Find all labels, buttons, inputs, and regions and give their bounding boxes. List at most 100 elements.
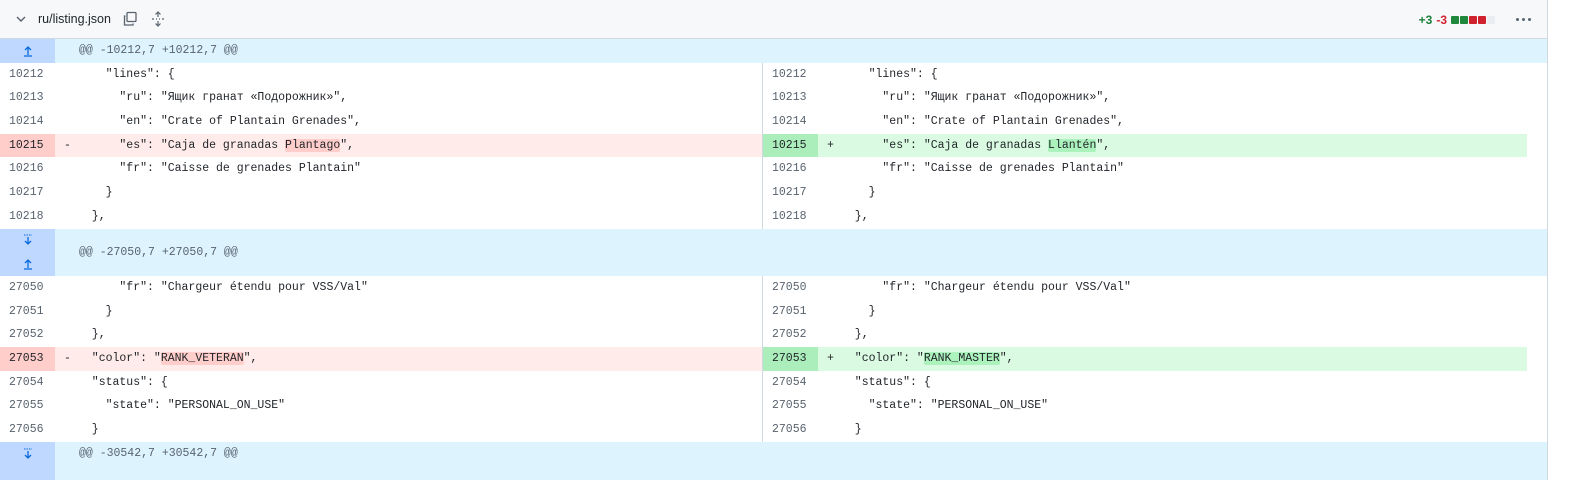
code-line: "ru": "Ящик гранат «Подорожник»", (818, 86, 1527, 110)
expand-all-icon[interactable] (149, 10, 167, 28)
code-text: } (841, 423, 862, 437)
left-side-line: 27055 "state": "PERSONAL_ON_USE" (0, 394, 762, 418)
hunk-header: @@ -10212,7 +10212,7 @@ (0, 39, 1547, 63)
left-side-line: 10212 "lines": { (0, 63, 762, 87)
code-text: "fr": "Chargeur étendu pour VSS/Val" (841, 280, 1131, 294)
code-text: "fr": "Caisse de grenades Plantain" (841, 162, 1124, 176)
line-number[interactable]: 10212 (0, 63, 55, 87)
code-line: } (55, 181, 762, 205)
right-side-line: 27053 + "color": "RANK_MASTER", (762, 346, 1527, 371)
code-line: "en": "Crate of Plantain Grenades", (818, 110, 1527, 134)
line-number[interactable]: 27052 (763, 323, 818, 347)
code-line: } (55, 300, 762, 324)
added-word: RANK_MASTER (923, 351, 1000, 365)
code-text: "fr": "Chargeur étendu pour VSS/Val" (78, 280, 368, 294)
copy-icon[interactable] (121, 10, 139, 28)
hunk-range: @@ -27050,7 +27050,7 @@ (79, 245, 238, 259)
line-number[interactable]: 10212 (763, 63, 818, 87)
right-side-line: 27054 "status": { (762, 370, 1527, 395)
line-number[interactable]: 27056 (0, 418, 55, 442)
right-side-line: 10218 }, (762, 204, 1527, 229)
expand-up-icon (23, 259, 32, 270)
removed-word: Plantago (285, 138, 341, 152)
deletion-marker: - (64, 138, 71, 152)
line-number[interactable]: 27054 (763, 371, 818, 395)
diff-body: @@ -10212,7 +10212,7 @@ 10212 "lines": {… (0, 39, 1547, 480)
line-number[interactable]: 27055 (763, 394, 818, 418)
left-side-line: 27053- "color": "RANK_VETERAN", (0, 346, 762, 371)
code-text: "status": { (78, 375, 168, 389)
file-name[interactable]: ru/listing.json (38, 12, 111, 26)
line-number[interactable]: 27050 (0, 276, 55, 300)
right-side-line: 10217 } (762, 181, 1527, 205)
expand-down-button[interactable] (0, 442, 55, 466)
code-line: "fr": "Caisse de grenades Plantain" (818, 157, 1527, 181)
code-line: "en": "Crate of Plantain Grenades", (55, 110, 762, 134)
line-number[interactable]: 10215 (0, 133, 55, 158)
right-side-line: 27050 "fr": "Chargeur étendu pour VSS/Va… (762, 275, 1527, 300)
line-number[interactable]: 10217 (0, 181, 55, 205)
code-line: + "es": "Caja de granadas Llantén", (818, 134, 1527, 158)
line-number[interactable]: 27053 (763, 346, 818, 371)
code-text: "ru": "Ящик гранат «Подорожник»", (841, 91, 1111, 105)
line-number[interactable]: 10213 (763, 86, 818, 110)
line-number[interactable]: 27056 (763, 418, 818, 442)
expand-down-button[interactable] (0, 229, 55, 253)
diffstat-square (1478, 15, 1486, 24)
line-number[interactable]: 10218 (763, 205, 818, 229)
hunk-range: @@ -30542,7 +30542,7 @@ (79, 446, 238, 460)
line-number[interactable]: 10217 (763, 181, 818, 205)
line-number[interactable]: 27052 (0, 323, 55, 347)
code-text: "es": "Caja de granadas (841, 138, 1049, 152)
line-number[interactable]: 10214 (763, 110, 818, 134)
line-number[interactable]: 10216 (763, 157, 818, 181)
left-side-line: 27054 "status": { (0, 371, 762, 395)
line-number[interactable]: 27053 (0, 346, 55, 371)
line-number[interactable]: 10218 (0, 205, 55, 229)
context-row: 10217 } 10217 } (0, 181, 1547, 205)
more-options-icon[interactable] (1513, 18, 1533, 21)
code-text: "es": "Caja de granadas (78, 138, 286, 152)
code-text: "ru": "Ящик гранат «Подорожник»", (78, 91, 348, 105)
code-line: "state": "PERSONAL_ON_USE" (55, 394, 762, 418)
context-row: 27051 } 27051 } (0, 299, 1547, 324)
code-text: } (78, 423, 99, 437)
line-number[interactable]: 27050 (763, 276, 818, 300)
diffstat-bar (1451, 15, 1495, 24)
expand-up-button[interactable] (0, 39, 55, 63)
line-number[interactable]: 10215 (763, 133, 818, 158)
code-text: "color": " (841, 351, 924, 365)
code-line: "fr": "Chargeur étendu pour VSS/Val" (55, 276, 762, 300)
code-line: }, (818, 323, 1527, 347)
code-line: }, (818, 205, 1527, 229)
code-line: } (818, 300, 1527, 324)
right-side-line: 10215 + "es": "Caja de granadas Llantén", (762, 133, 1527, 158)
left-side-line: 10214 "en": "Crate of Plantain Grenades"… (0, 110, 762, 134)
context-row: 10213 "ru": "Ящик гранат «Подорожник»", 1… (0, 86, 1547, 111)
context-row: 10214 "en": "Crate of Plantain Grenades"… (0, 110, 1547, 134)
code-line: } (818, 418, 1527, 442)
context-row: 27054 "status": {27054 "status": { (0, 370, 1547, 395)
addition-marker: + (827, 351, 834, 365)
chevron-down-icon[interactable] (12, 10, 30, 28)
code-text: }, (841, 209, 869, 223)
line-number[interactable]: 27054 (0, 371, 55, 395)
line-number[interactable]: 10216 (0, 157, 55, 181)
line-number[interactable]: 27051 (0, 300, 55, 324)
code-line: "status": { (818, 371, 1527, 395)
code-text: }, (78, 209, 106, 223)
right-side-line: 27051 } (762, 299, 1527, 324)
removed-word: RANK_VETERAN (160, 351, 244, 365)
code-text: "lines": { (78, 67, 175, 81)
code-text: "lines": { (841, 67, 938, 81)
file-header: ru/listing.json +3 -3 (0, 0, 1547, 39)
diffstat-square (1451, 15, 1459, 24)
diff-file: ru/listing.json +3 -3 @@ -10212,7 +10212… (0, 0, 1548, 480)
code-text: "state": "PERSONAL_ON_USE" (841, 399, 1049, 413)
line-number[interactable]: 10213 (0, 86, 55, 110)
line-number[interactable]: 27051 (763, 300, 818, 324)
line-number[interactable]: 27055 (0, 394, 55, 418)
code-text: "fr": "Caisse de grenades Plantain" (78, 162, 361, 176)
expand-up-button[interactable] (0, 252, 55, 276)
line-number[interactable]: 10214 (0, 110, 55, 134)
